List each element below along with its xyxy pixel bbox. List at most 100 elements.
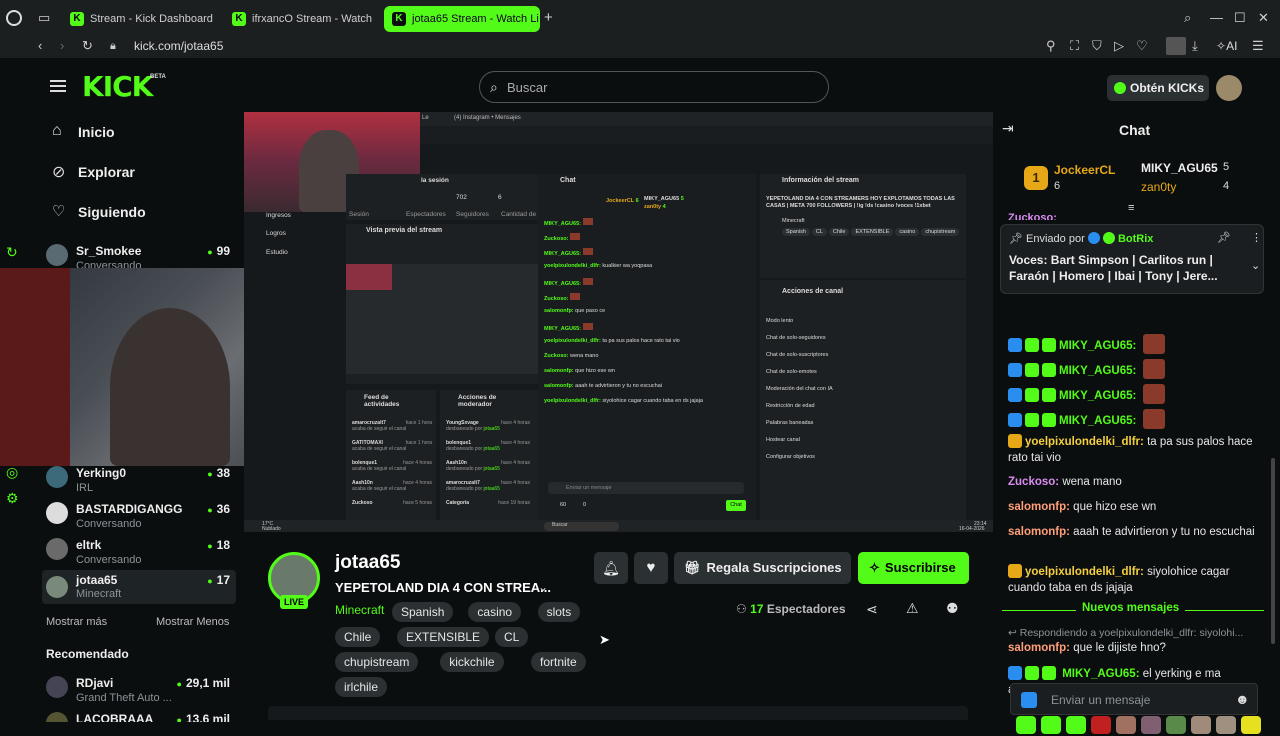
followed-channel[interactable]: Yerking0 IRL 38 (46, 464, 236, 500)
emote-icon[interactable] (1166, 716, 1186, 734)
emote-icon[interactable] (1191, 716, 1211, 734)
expand-pinned-icon[interactable]: ⌄ (1251, 259, 1260, 272)
more-options-icon[interactable]: ⋮ (1251, 231, 1262, 244)
pin-icon[interactable]: ⚲ (1046, 38, 1056, 54)
menu-icon[interactable]: ☰ (1252, 38, 1264, 54)
followed-channel[interactable]: eltrk Conversando 18 (46, 536, 236, 572)
user-settings-icon[interactable]: ⚉ (946, 600, 959, 617)
tag-pill[interactable]: slots (537, 602, 581, 622)
emote-icon[interactable] (1041, 716, 1061, 734)
unpin-icon[interactable]: 📌︎ (1217, 231, 1231, 244)
user-avatar[interactable] (1216, 75, 1242, 101)
emote-icon[interactable] (1241, 716, 1261, 734)
inner-feed-item: Aash10n acaba de seguir el canal hace 4 ho… (352, 480, 436, 492)
expand-leaderboard-icon[interactable]: ≡ (1128, 202, 1134, 214)
new-tab-icon[interactable]: + (544, 10, 553, 26)
get-kicks-button[interactable]: Obtén KICKs (1107, 75, 1209, 101)
tag-pill[interactable]: casino (468, 602, 522, 622)
hamburger-icon[interactable] (50, 80, 66, 92)
tag-pill[interactable]: CL (495, 627, 529, 647)
chevron-down-icon[interactable]: ⌄ (538, 580, 548, 594)
show-more-link[interactable]: Mostrar más (46, 616, 107, 628)
shield-icon[interactable]: ⛉ (1092, 38, 1102, 54)
maximize-icon[interactable]: ☐ (1234, 10, 1246, 26)
chat-scrollbar[interactable] (1271, 458, 1275, 644)
search-bar[interactable]: ⌕ Buscar (479, 71, 829, 103)
leader-name[interactable]: MIKY_AGU65 (1141, 161, 1218, 175)
pinned-by-user[interactable]: BotRix (1118, 233, 1153, 245)
subscribe-button[interactable]: ✧ Suscribirse (858, 552, 969, 584)
kick-logo[interactable]: KICK (82, 70, 153, 103)
history-icon[interactable]: ↻ (6, 244, 18, 261)
chat-username[interactable]: MIKY_AGU65: (1062, 668, 1139, 680)
tab-list-icon[interactable]: ▭ (38, 10, 50, 26)
chat-username[interactable]: MIKY_AGU65: (1059, 415, 1140, 427)
play-icon[interactable]: ▷ (1114, 38, 1124, 54)
chat-username[interactable]: yoelpixulondelki_dlfr: (1025, 566, 1147, 578)
tag-pill[interactable]: kickchile (440, 652, 504, 672)
chat-username[interactable]: MIKY_AGU65: (1059, 340, 1140, 352)
tab-jotaa65[interactable]: Kjotaa65 Stream - Watch Li (384, 6, 540, 32)
close-icon[interactable]: ✕ (1258, 10, 1269, 26)
url-field[interactable]: kick.com/jotaa65 (134, 39, 223, 53)
inner-feed-text: acaba de seguir el canal (352, 466, 407, 472)
emote-icon[interactable] (1141, 716, 1161, 734)
tab-kick-dashboard[interactable]: K Stream - Kick Dashboard (62, 6, 220, 32)
tag-pill[interactable]: chupistream (335, 652, 419, 672)
leader-name[interactable]: JockeerCL (1054, 163, 1115, 177)
sidebar-item-inicio[interactable]: Inicio (78, 124, 115, 140)
leader-name[interactable]: zan0ty (1141, 180, 1176, 194)
search-icon[interactable]: ⌕ (1184, 10, 1191, 26)
followed-channel-active[interactable]: jotaa65 Minecraft 17 (42, 570, 236, 604)
ai-button[interactable]: ✧AI (1216, 39, 1237, 53)
tab-ifrxanco[interactable]: KifrxancO Stream - Watch L (224, 6, 374, 32)
minimize-icon[interactable]: — (1210, 10, 1223, 26)
followed-channel[interactable]: BASTARDIGANGG Conversando 36 (46, 500, 236, 536)
recommended-channel[interactable]: LACOBRAAA 13,6 mil (46, 710, 236, 722)
report-icon[interactable]: ⚠ (906, 600, 919, 617)
inner-leader: zan0ty 4 (644, 204, 666, 210)
sidebar-item-siguiendo[interactable]: Siguiendo (78, 204, 146, 220)
back-icon[interactable]: ‹ (38, 38, 42, 54)
chat-username[interactable]: yoelpixulondelki_dlfr: (1025, 436, 1147, 448)
sidebar-item-explorar[interactable]: Explorar (78, 164, 135, 180)
tag-pill[interactable]: Spanish (392, 602, 454, 622)
chat-username[interactable]: salomonfp: (1008, 526, 1073, 538)
notification-bell-button[interactable]: 🔔︎ (594, 552, 628, 584)
chat-bubble-icon[interactable]: ◎ (6, 464, 18, 481)
follow-button[interactable]: ♥ (634, 552, 668, 584)
category-link[interactable]: Minecraft (335, 603, 384, 617)
channel-name[interactable]: jotaa65 (335, 552, 400, 574)
show-less-link[interactable]: Mostrar Menos (156, 616, 229, 628)
chat-username[interactable]: salomonfp: (1008, 501, 1073, 513)
chat-username[interactable]: MIKY_AGU65: (1059, 390, 1140, 402)
heart-icon[interactable]: ♡ (1136, 38, 1148, 54)
emote-icon[interactable] (1091, 716, 1111, 734)
gift-subs-button[interactable]: 🎁︎ Regala Suscripciones (674, 552, 851, 584)
recommended-channel[interactable]: RDjavi Grand Theft Auto ... 29,1 mil (46, 674, 236, 710)
tag-pill[interactable]: Chile (335, 627, 381, 647)
tag-pill[interactable]: EXTENSIBLE (397, 627, 490, 647)
chat-username[interactable]: MIKY_AGU65: (1059, 365, 1140, 377)
tag-pill[interactable]: irlchile (335, 677, 388, 697)
profile-avatar-icon[interactable] (1166, 37, 1186, 55)
emote-icon[interactable] (1066, 716, 1086, 734)
collapse-chat-icon[interactable]: ⇥ (1002, 120, 1014, 137)
chat-username[interactable]: Zuckoso: (1008, 476, 1062, 488)
reload-icon[interactable]: ↻ (82, 38, 93, 54)
tag-pill[interactable]: fortnite (531, 652, 586, 672)
forward-icon[interactable]: › (60, 38, 64, 54)
browser-logo-icon[interactable] (6, 10, 22, 26)
emote-icon[interactable] (1116, 716, 1136, 734)
subscriber-badge-icon (1025, 666, 1039, 680)
emote-icon[interactable] (1016, 716, 1036, 734)
settings-icon[interactable]: ⚙ (6, 490, 19, 507)
emote-icon[interactable] (1216, 716, 1236, 734)
stream-video[interactable]: Le (4) Instagram • Mensajes Ingresos Log… (244, 112, 993, 532)
download-icon[interactable]: ⤓ (1192, 38, 1198, 54)
share-icon[interactable]: ⋖ (866, 601, 878, 618)
screenshot-icon[interactable]: ⛶ (1070, 38, 1079, 54)
chat-input[interactable]: Enviar un mensaje ☻ (1010, 683, 1258, 715)
emoji-icon[interactable]: ☻ (1235, 691, 1250, 707)
chat-username[interactable]: salomonfp: (1008, 642, 1070, 654)
